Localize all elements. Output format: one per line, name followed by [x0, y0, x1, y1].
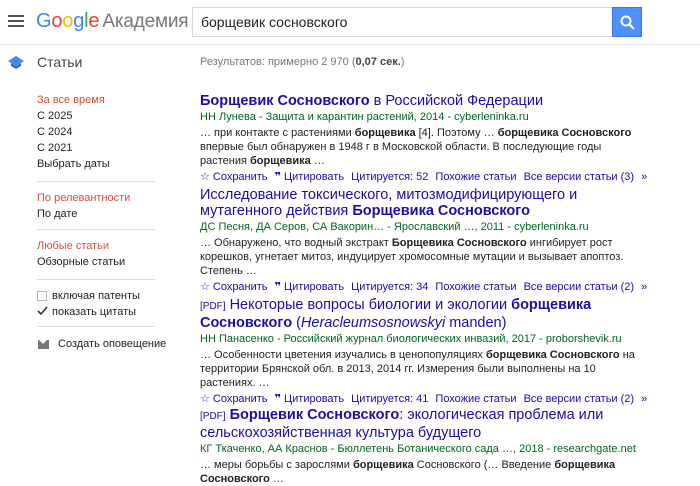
search-result: Исследование токсического, митозмодифици…	[200, 187, 647, 294]
filter-since-2021[interactable]: С 2021	[37, 142, 72, 154]
all-versions-link[interactable]: Все версии статьи (3)	[524, 171, 635, 183]
more-options-icon[interactable]: »	[641, 393, 647, 405]
scholar-cap-icon	[8, 56, 24, 69]
all-versions-link[interactable]: Все версии статьи (2)	[524, 393, 635, 405]
sidebar-divider	[37, 326, 155, 327]
cited-by-link[interactable]: Цитируется: 52	[351, 171, 428, 183]
result-snippet: … при контакте с растениями борщевика [4…	[200, 127, 632, 167]
filter-any-time[interactable]: За все время	[37, 94, 105, 106]
include-patents-label[interactable]: включая патенты	[52, 290, 140, 302]
logo-academy: Академия	[102, 11, 189, 32]
filter-review-articles[interactable]: Обзорные статьи	[37, 256, 125, 268]
result-authors: НН Панасенко - Российский журнал биологи…	[200, 333, 622, 345]
save-link[interactable]: ☆ Сохранить	[200, 281, 268, 293]
save-icon[interactable]: ☆	[200, 171, 210, 183]
cite-icon[interactable]: ❞	[275, 171, 281, 183]
search-result: Борщевик Сосновского в Российской Федера…	[200, 93, 647, 184]
save-icon[interactable]: ☆	[200, 393, 210, 405]
sidebar-divider	[37, 181, 155, 182]
all-versions-link[interactable]: Все версии статьи (2)	[524, 281, 635, 293]
filter-since-2024[interactable]: С 2024	[37, 126, 72, 138]
result-actions: ☆ Сохранить ❞ Цитировать Цитируется: 34 Похож…	[200, 280, 647, 294]
cited-by-link[interactable]: Цитируется: 34	[351, 281, 428, 293]
search-icon	[620, 15, 635, 30]
sort-by-relevance[interactable]: По релевантности	[37, 192, 130, 204]
result-title-link[interactable]: [PDF] Борщевик Сосновского: экологическая…	[200, 407, 640, 441]
search-result: [PDF] Борщевик Сосновского: экологическая…	[200, 407, 640, 486]
save-icon[interactable]: ☆	[200, 281, 210, 293]
envelope-icon[interactable]	[38, 340, 49, 349]
result-actions: ☆ Сохранить ❞ Цитировать Цитируется: 41 Похож…	[200, 392, 647, 406]
logo-google: Google	[36, 10, 100, 32]
result-actions: ☆ Сохранить ❞ Цитировать Цитируется: 52 Похож…	[200, 170, 647, 184]
search-result: [PDF] Некоторые вопросы биологии и эколог…	[200, 297, 647, 406]
cite-link[interactable]: ❞ Цитировать	[275, 281, 345, 293]
filter-since-2025[interactable]: С 2025	[37, 110, 72, 122]
result-title-link[interactable]: [PDF] Некоторые вопросы биологии и эколог…	[200, 297, 640, 331]
related-articles-link[interactable]: Похожие статьи	[435, 393, 516, 405]
cite-icon[interactable]: ❞	[275, 393, 281, 405]
result-snippet: … Особенности цветения изучались в ценоп…	[200, 349, 635, 389]
results-count: Результатов: примерно 2 970 (0,07 сек.)	[200, 56, 405, 68]
pdf-badge[interactable]: [PDF]	[200, 411, 226, 422]
result-snippet: … Обнаружено, что водный экстракт Борщев…	[200, 237, 624, 277]
page-title: Статьи	[37, 54, 83, 70]
cite-link[interactable]: ❞ Цитировать	[275, 171, 345, 183]
sort-by-date[interactable]: По дате	[37, 208, 77, 220]
filter-choose-dates[interactable]: Выбрать даты	[37, 158, 110, 170]
result-title-link[interactable]: Борщевик Сосновского в Российской Федера…	[200, 93, 640, 109]
cite-icon[interactable]: ❞	[275, 281, 281, 293]
save-link[interactable]: ☆ Сохранить	[200, 171, 268, 183]
sidebar-divider	[37, 229, 155, 230]
save-link[interactable]: ☆ Сохранить	[200, 393, 268, 405]
result-authors: НН Лунева - Защита и карантин растений, …	[200, 111, 529, 123]
top-header: Google Академия	[0, 0, 700, 45]
hamburger-menu-icon[interactable]	[8, 12, 24, 30]
search-button[interactable]	[612, 7, 642, 37]
more-options-icon[interactable]: »	[641, 281, 647, 293]
more-options-icon[interactable]: »	[641, 171, 647, 183]
result-title-link[interactable]: Исследование токсического, митозмодифици…	[200, 187, 640, 219]
cite-link[interactable]: ❞ Цитировать	[275, 393, 345, 405]
sidebar-divider	[37, 279, 155, 280]
result-authors: КГ Ткаченко, АА Краснов - Бюллетень Бота…	[200, 443, 636, 455]
filter-any-type[interactable]: Любые статьи	[37, 240, 109, 252]
include-patents-checkbox[interactable]	[37, 291, 47, 301]
create-alert-link[interactable]: Создать оповещение	[58, 338, 166, 350]
result-authors: ДС Песня, ДА Серов, СА Вакорин… - Яросла…	[200, 221, 589, 233]
checkmark-icon[interactable]	[37, 306, 48, 316]
related-articles-link[interactable]: Похожие статьи	[435, 281, 516, 293]
search-input[interactable]	[192, 7, 612, 37]
pdf-badge[interactable]: [PDF]	[200, 301, 226, 312]
related-articles-link[interactable]: Похожие статьи	[435, 171, 516, 183]
result-snippet: … меры борьбы с зарослями борщевика Сосн…	[200, 459, 616, 485]
cited-by-link[interactable]: Цитируется: 41	[351, 393, 428, 405]
show-citations-label[interactable]: показать цитаты	[52, 306, 136, 318]
scholar-logo[interactable]: Google Академия	[36, 10, 189, 33]
